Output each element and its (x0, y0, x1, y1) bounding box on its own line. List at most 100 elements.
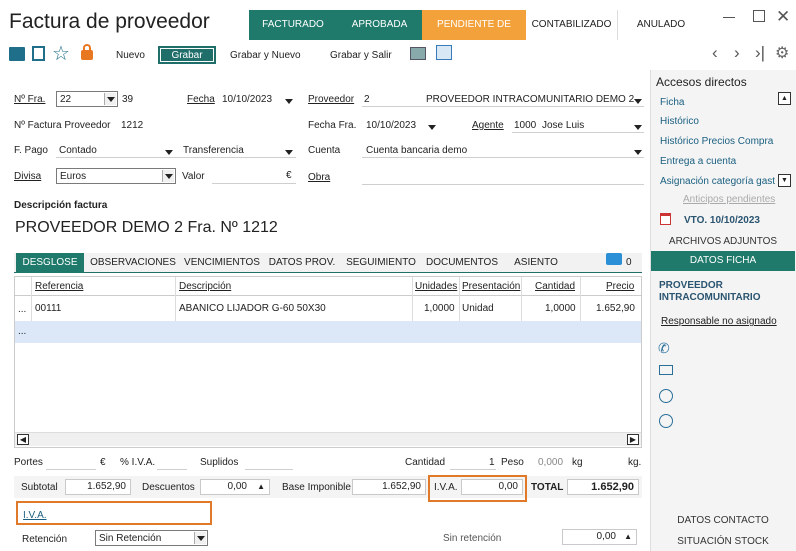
fecha-fra-dropdown-icon[interactable] (428, 122, 436, 133)
sidebar-scroll-down-icon[interactable]: ▼ (778, 174, 791, 187)
divisa-label[interactable]: Divisa (14, 171, 41, 182)
table-row[interactable] (15, 321, 641, 343)
retencion-select[interactable]: Sin Retención (95, 530, 208, 546)
col-referencia[interactable]: Referencia (35, 281, 83, 292)
web-icon[interactable] (659, 389, 673, 403)
agente-code[interactable]: 1000 (514, 120, 536, 131)
scroll-left-icon[interactable]: ◀ (17, 434, 29, 445)
grabar-nuevo-button[interactable]: Grabar y Nuevo (230, 50, 301, 61)
fecha-field[interactable]: 10/10/2023 (222, 94, 272, 105)
tab-seguimiento[interactable]: SEGUIMIENTO (342, 253, 420, 273)
status-aprobada[interactable]: APROBADA (337, 10, 422, 40)
row-precio[interactable]: 1.652,90 (596, 303, 635, 314)
num-fra-number[interactable]: 39 (122, 94, 133, 105)
calendar-icon (660, 213, 671, 225)
grabar-button[interactable]: Grabar (158, 46, 216, 64)
prev-icon[interactable]: ‹ (712, 43, 718, 63)
triangle-up-icon[interactable]: ▲ (624, 530, 632, 544)
status-contabilizado[interactable]: CONTABILIZADO (526, 10, 618, 40)
status-anulado[interactable]: ANULADO (618, 10, 704, 40)
descripcion-field[interactable]: PROVEEDOR DEMO 2 Fra. Nº 1212 (15, 219, 278, 237)
col-descripcion[interactable]: Descripción (179, 281, 231, 292)
fpago-tipo[interactable]: Transferencia (183, 145, 244, 156)
peso-value[interactable]: 0,000 (538, 457, 563, 468)
proveedor-name[interactable]: PROVEEDOR INTRACOMUNITARIO DEMO 2 (426, 94, 634, 105)
status-pendiente-pago[interactable]: PENDIENTE DE PAGO (422, 10, 526, 60)
tab-vencimientos[interactable]: VENCIMIENTOS (182, 253, 262, 273)
link-asignacion-categoria[interactable]: Asignación categoría gast (660, 176, 776, 187)
cuenta-field[interactable]: Cuenta bancaria demo (366, 145, 467, 156)
agente-label[interactable]: Agente (472, 120, 504, 131)
col-presentacion[interactable]: Presentación (462, 281, 520, 292)
comment-icon[interactable] (606, 253, 622, 265)
link-historico-precios[interactable]: Histórico Precios Compra (660, 136, 773, 147)
maximize-icon[interactable] (753, 10, 765, 22)
serie-select[interactable]: 22 (56, 91, 118, 107)
proveedor-code[interactable]: 2 (364, 94, 370, 105)
tab-desglose[interactable]: DESGLOSE (16, 253, 84, 273)
descuentos-field[interactable]: 0,00 ▲ (200, 479, 270, 495)
close-icon[interactable]: ✕ (776, 7, 790, 27)
valor-symbol: € (286, 170, 292, 181)
last-icon[interactable]: ›| (755, 43, 765, 63)
row-desc[interactable]: ABANICO LIJADOR G-60 50X30 (179, 303, 326, 314)
star-icon[interactable]: ☆ (52, 41, 70, 66)
divisa-select[interactable]: Euros (56, 168, 176, 184)
fecha-dropdown-icon[interactable] (285, 96, 293, 107)
tab-documentos[interactable]: DOCUMENTOS (424, 253, 500, 273)
datos-ficha-header[interactable]: DATOS FICHA (651, 251, 795, 271)
tab-asiento[interactable]: ASIENTO (504, 253, 568, 273)
horizontal-scrollbar[interactable] (15, 432, 641, 446)
status-facturado[interactable]: FACTURADO (249, 10, 337, 40)
link-ficha[interactable]: Ficha (660, 97, 684, 108)
piva-line[interactable] (157, 469, 187, 470)
datos-contacto-button[interactable]: DATOS CONTACTO (651, 515, 795, 526)
fecha-label[interactable]: Fecha (187, 94, 215, 105)
situacion-stock-button[interactable]: SITUACIÓN STOCK (651, 536, 795, 547)
obra-label[interactable]: Obra (308, 172, 330, 183)
phone-icon[interactable]: ✆ (658, 340, 670, 357)
iva-link[interactable]: I.V.A. (23, 510, 47, 521)
col-unidades[interactable]: Unidades (415, 281, 457, 292)
fecha-fra-field[interactable]: 10/10/2023 (366, 120, 416, 131)
tab-observaciones[interactable]: OBSERVACIONES (88, 253, 178, 273)
clock-icon[interactable] (659, 414, 673, 428)
row-cantidad[interactable]: 1,0000 (545, 303, 576, 314)
num-factura-prov-field[interactable]: 1212 (121, 120, 143, 131)
archivos-adjuntos-button[interactable]: ARCHIVOS ADJUNTOS (651, 236, 795, 247)
tab-datos-prov[interactable]: DATOS PROV. (266, 253, 338, 273)
sin-retencion-field[interactable]: 0,00 ▲ (562, 529, 637, 545)
sidebar-scroll-up-icon[interactable]: ▲ (778, 92, 791, 105)
agente-name[interactable]: Jose Luis (542, 120, 584, 131)
link-entrega-cuenta[interactable]: Entrega a cuenta (660, 156, 736, 167)
col-precio[interactable]: Precio (606, 281, 634, 292)
vto-label[interactable]: VTO. 10/10/2023 (684, 215, 760, 226)
anticipos-link[interactable]: Anticipos pendientes (683, 194, 775, 205)
preview-icon[interactable] (436, 45, 452, 60)
row-ref[interactable]: 00111 (35, 303, 61, 314)
print-icon[interactable] (410, 47, 426, 60)
num-fra-label[interactable]: Nº Fra. (14, 94, 45, 105)
triangle-up-icon[interactable]: ▲ (257, 480, 265, 494)
row-unidades[interactable]: 1,0000 (424, 303, 455, 314)
nuevo-button[interactable]: Nuevo (116, 50, 145, 61)
suplidos-line[interactable] (245, 469, 293, 470)
copy-icon[interactable] (32, 46, 45, 61)
row-presentacion[interactable]: Unidad (462, 303, 494, 314)
portes-line[interactable] (46, 469, 96, 470)
cantidad-value[interactable]: 1 (489, 457, 495, 468)
mail-icon[interactable] (659, 365, 673, 375)
grabar-salir-button[interactable]: Grabar y Salir (330, 50, 392, 61)
scroll-right-icon[interactable]: ▶ (627, 434, 639, 445)
folder-icon[interactable] (9, 47, 25, 61)
minimize-icon[interactable] (723, 17, 735, 18)
col-cantidad[interactable]: Cantidad (535, 281, 575, 292)
fpago-field[interactable]: Contado (59, 145, 97, 156)
responsable-link[interactable]: Responsable no asignado (661, 316, 777, 327)
settings-icon[interactable]: ⚙ (775, 43, 789, 63)
obra-line[interactable] (362, 184, 644, 185)
proveedor-sidebar-name[interactable]: PROVEEDOR INTRACOMUNITARIO (659, 280, 779, 304)
next-icon[interactable]: › (734, 43, 740, 63)
proveedor-label[interactable]: Proveedor (308, 94, 354, 105)
link-historico[interactable]: Histórico (660, 116, 699, 127)
